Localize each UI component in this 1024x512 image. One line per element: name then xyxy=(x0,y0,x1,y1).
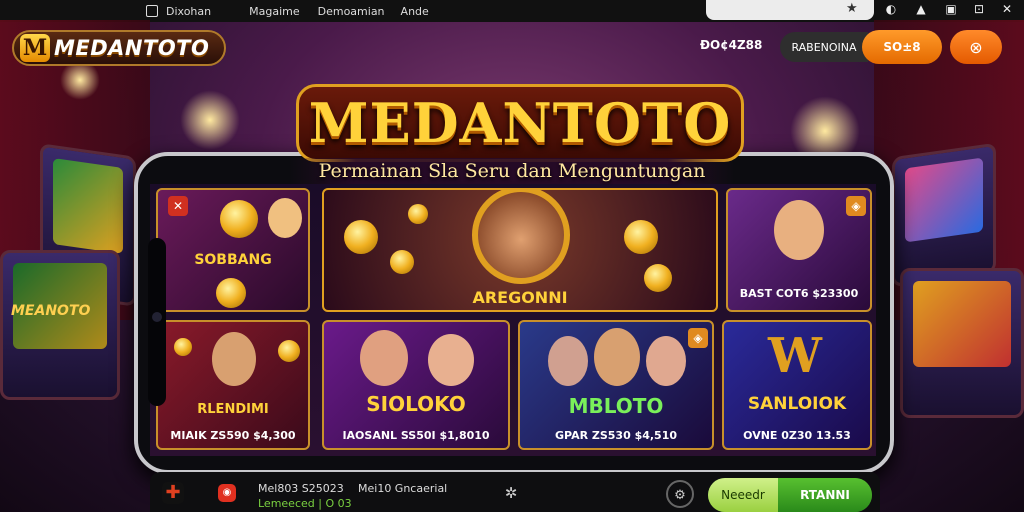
slot-cabinet-left: MEANOTO xyxy=(0,250,120,400)
system-top-bar: Dixohan Magaime Demoamian Ande ★ ◐ ▲ ▣ ⊡… xyxy=(0,0,1024,22)
game-tile[interactable]: ◈ MBLOTO GPAR ZS530 $4,510 xyxy=(518,320,714,450)
phone-notch xyxy=(148,238,166,406)
hero-subtitle-wrap: Permainan Sla Seru dan Menguntungan xyxy=(0,158,1024,184)
minimize-icon[interactable]: ⊡ xyxy=(972,2,986,16)
bottom-info-2: Mei10 Gncaerial xyxy=(358,482,448,495)
balance-display: ÐO¢4Z88 xyxy=(700,38,763,52)
hero-title-banner: MEDANTOTO xyxy=(296,84,744,162)
coin-icon xyxy=(390,250,414,274)
game-tile-featured[interactable]: AREGONNI xyxy=(322,188,718,312)
account-icon[interactable]: ◐ xyxy=(884,2,898,16)
game-grid: ✕ SOBBANG AREGONNI ◈ BAST COT6 $23300 RL… xyxy=(150,184,876,456)
share-icon[interactable]: ✲ xyxy=(500,482,522,504)
extensions-icon[interactable]: ▣ xyxy=(944,2,958,16)
coin-icon xyxy=(278,340,300,362)
settings-icon[interactable]: ⚙ xyxy=(666,480,694,508)
character-image xyxy=(646,336,686,386)
game-price: IAOSANL SS50I $1,8010 xyxy=(342,429,490,442)
game-price: GPAR ZS530 $4,510 xyxy=(554,429,678,442)
game-title: SIOLOKO xyxy=(366,392,466,416)
character-image xyxy=(212,332,256,386)
bottom-info-1: Mel803 S25023 xyxy=(258,482,344,495)
coin-icon xyxy=(216,278,246,308)
coin-icon xyxy=(174,338,192,356)
x-icon: ⊗ xyxy=(969,37,983,57)
game-tile[interactable]: ◈ BAST COT6 $23300 xyxy=(726,188,872,312)
game-title: SOBBANG xyxy=(194,252,272,268)
home-icon[interactable]: ✚ xyxy=(162,482,184,504)
game-title: RLENDIMI xyxy=(197,402,269,417)
bottom-status: Lemeeced | O 03 xyxy=(258,497,352,510)
login-button[interactable]: SO±8 xyxy=(862,30,942,64)
game-tile[interactable]: ✕ SOBBANG xyxy=(156,188,310,312)
close-window-icon[interactable]: ✕ xyxy=(1000,2,1014,16)
menu-item-ande[interactable]: Ande xyxy=(401,5,429,18)
game-title: AREGONNI xyxy=(472,288,568,307)
character-image xyxy=(548,336,588,386)
game-tile[interactable]: SIOLOKO IAOSANL SS50I $1,8010 xyxy=(322,320,510,450)
slot-cabinet-right xyxy=(900,268,1024,418)
window-icon xyxy=(146,5,158,17)
register-button[interactable]: RABENOINA xyxy=(780,32,868,62)
coin-icon xyxy=(220,200,258,238)
pill-left-label[interactable]: Neeedr xyxy=(708,478,778,512)
character-image xyxy=(428,334,474,386)
close-button[interactable]: ⊗ xyxy=(950,30,1002,64)
game-title: MBLOTO xyxy=(568,394,664,418)
coin-icon xyxy=(344,220,378,254)
coin-icon xyxy=(624,220,658,254)
bonus-badge-icon: ◈ xyxy=(688,328,708,348)
camera-icon xyxy=(152,312,162,322)
pill-right-label[interactable]: RTANNI xyxy=(778,478,872,512)
logo-glyph-icon: W xyxy=(768,328,822,384)
game-tile[interactable]: W SANLOIOK OVNE 0Z30 13.53 xyxy=(722,320,872,450)
bookmark-star-icon[interactable]: ★ xyxy=(846,1,858,16)
stage-light xyxy=(180,90,240,150)
game-tile[interactable]: RLENDIMI MIAIK ZS590 $4,300 xyxy=(156,320,310,450)
game-price: MIAIK ZS590 $4,300 xyxy=(170,429,296,442)
bonus-badge-icon: ◈ xyxy=(846,196,866,216)
register-button-label: RABENOINA xyxy=(791,40,857,54)
character-image xyxy=(360,330,408,386)
hero-subtitle: Permainan Sla Seru dan Menguntungan xyxy=(288,158,736,184)
menu-item-demoamian[interactable]: Demoamian xyxy=(318,5,385,18)
game-title: SANLOIOK xyxy=(747,394,847,414)
character-image xyxy=(268,198,302,238)
hot-badge-icon: ✕ xyxy=(168,196,188,216)
notification-icon[interactable]: ▲ xyxy=(914,2,928,16)
game-price: BAST COT6 $23300 xyxy=(739,287,859,300)
cabinet-label: MEANOTO xyxy=(11,303,91,319)
character-image xyxy=(594,328,640,386)
hero-title: MEDANTOTO xyxy=(308,91,732,155)
menu-item-magaime[interactable]: Magaime xyxy=(249,5,300,18)
coin-icon xyxy=(408,204,428,224)
logo-text: MEDANTOTO xyxy=(54,36,210,60)
stage-light xyxy=(60,60,100,100)
site-logo[interactable]: M MEDANTOTO xyxy=(12,30,226,66)
record-icon[interactable]: ◉ xyxy=(218,484,236,502)
hero-portrait xyxy=(472,190,570,284)
logo-mark: M xyxy=(20,34,50,62)
action-pill[interactable]: Neeedr RTANNI xyxy=(708,478,872,512)
menu-item-dixohan[interactable]: Dixohan xyxy=(166,5,211,18)
character-image xyxy=(774,200,824,260)
game-price: OVNE 0Z30 13.53 xyxy=(743,429,851,442)
login-button-label: SO±8 xyxy=(883,40,921,54)
